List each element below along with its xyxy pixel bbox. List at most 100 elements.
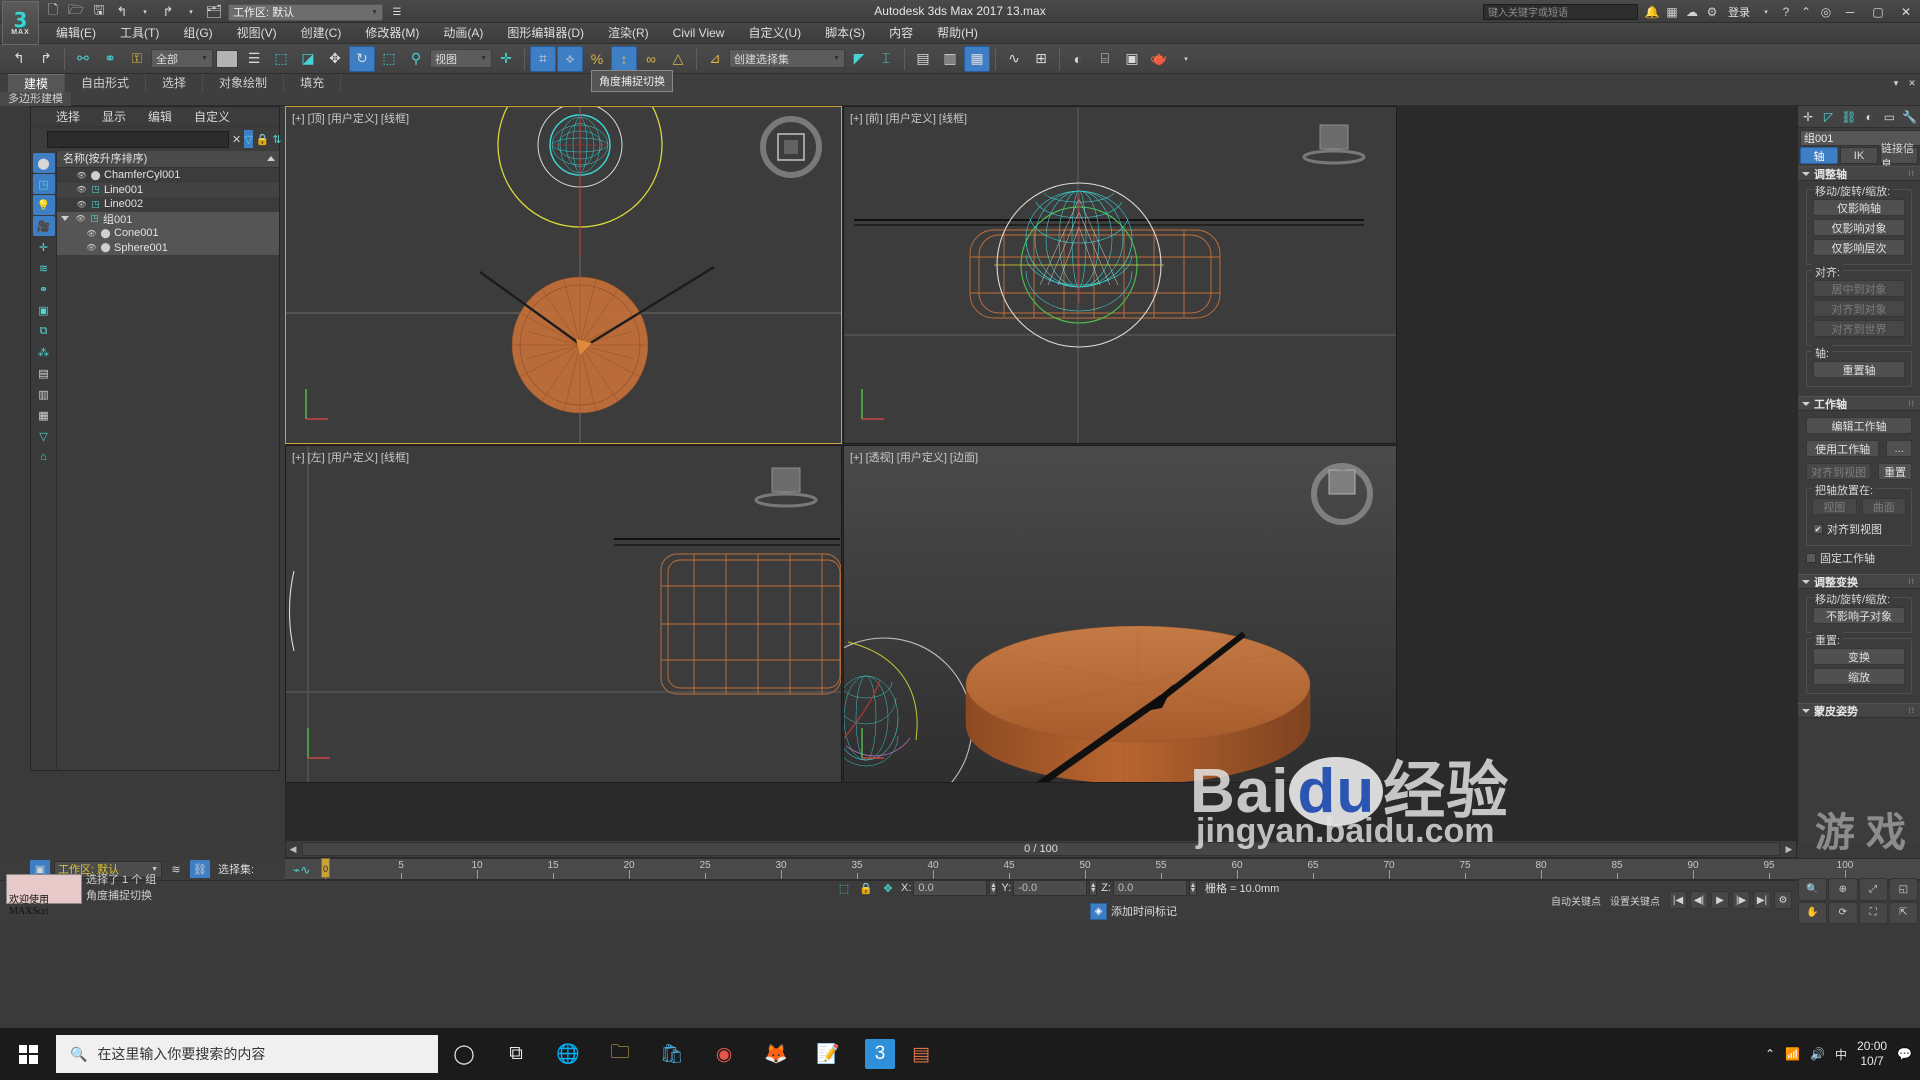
store-icon[interactable]: 🛍 bbox=[646, 1028, 698, 1080]
go-to-end-icon[interactable]: ▶| bbox=[1753, 891, 1771, 909]
visibility-eye-icon[interactable]: 👁 bbox=[86, 228, 97, 239]
align-to-world-button[interactable]: 对齐到世界 bbox=[1813, 320, 1905, 337]
menu-rendering[interactable]: 渲染(R) bbox=[596, 23, 661, 44]
filter-lights-icon[interactable]: 💡 bbox=[32, 195, 55, 215]
viewport-top[interactable]: [+] [顶] [用户定义] [线框] bbox=[285, 106, 842, 444]
angle-snap-toggle-icon[interactable]: ⟡ bbox=[557, 45, 583, 72]
align-to-object-button[interactable]: 对齐到对象 bbox=[1813, 300, 1905, 317]
menu-modifiers[interactable]: 修改器(M) bbox=[353, 23, 431, 44]
align-to-view-button[interactable]: 对齐到视图 bbox=[1806, 463, 1872, 480]
align-objects-icon[interactable]: ⌶ bbox=[873, 46, 899, 72]
help-icon[interactable]: ? bbox=[1776, 2, 1796, 22]
signin-button[interactable]: 登录 bbox=[1722, 4, 1756, 20]
select-object-icon[interactable] bbox=[214, 46, 240, 72]
maximize-button[interactable]: ▢ bbox=[1864, 0, 1892, 23]
rollout-header-working-pivot[interactable]: 工作轴 ⁞⁞ bbox=[1798, 396, 1920, 411]
workspace-selector[interactable]: 工作区: 默认 ▼ bbox=[228, 3, 383, 21]
coord-y-spinner[interactable]: ▲ ▼ bbox=[1089, 880, 1098, 896]
menu-edit[interactable]: 编辑(E) bbox=[44, 23, 108, 44]
working-pivot-options-button[interactable]: ... bbox=[1886, 440, 1912, 457]
filter-space-warps-icon[interactable]: ≋ bbox=[33, 258, 55, 278]
menu-scripting[interactable]: 脚本(S) bbox=[813, 23, 877, 44]
time-configuration-icon[interactable]: ⚙ bbox=[1774, 891, 1792, 909]
scene-explorer-menu-0[interactable]: 选择 bbox=[45, 107, 91, 127]
select-link-icon[interactable]: ⚯ bbox=[70, 46, 96, 72]
filter-extra-icon[interactable]: ⌂ bbox=[33, 447, 55, 467]
circle-help-icon[interactable]: ◎ bbox=[1816, 2, 1836, 22]
app-logo-button[interactable]: 3 MAX bbox=[2, 1, 39, 45]
cloud-icon[interactable]: ☁ bbox=[1682, 2, 1702, 22]
minimize-button[interactable]: ─ bbox=[1836, 0, 1864, 23]
viewport-front-label[interactable]: [+] [前] [用户定义] [线框] bbox=[850, 110, 967, 126]
selection-lock-icon[interactable]: 🔒 bbox=[857, 879, 875, 897]
create-tab-icon[interactable]: ✛ bbox=[1799, 108, 1817, 126]
material-editor-icon[interactable]: ◐ bbox=[1065, 46, 1091, 72]
viewport-left-label[interactable]: [+] [左] [用户定义] [线框] bbox=[292, 449, 409, 465]
tray-expand-icon[interactable]: ⌃ bbox=[1765, 1047, 1775, 1061]
rectangular-select-region-icon[interactable]: ⬚ bbox=[268, 46, 294, 72]
reference-coordinate-combo[interactable]: 视图 ▼ bbox=[430, 49, 492, 68]
hierarchy-mode-tab-1[interactable]: IK bbox=[1840, 147, 1878, 164]
menu-content[interactable]: 内容 bbox=[877, 23, 925, 44]
unlink-selection-icon[interactable]: ⚭ bbox=[97, 46, 123, 72]
place-pivot-view-button[interactable]: 视图 bbox=[1812, 498, 1857, 515]
menu-group[interactable]: 组(G) bbox=[171, 23, 224, 44]
menu-help[interactable]: 帮助(H) bbox=[925, 23, 990, 44]
fixed-working-pivot-row[interactable]: 固定工作轴 bbox=[1806, 550, 1912, 566]
visibility-eye-icon[interactable]: 👁 bbox=[76, 184, 87, 195]
rollout-header-skin-pose[interactable]: 蒙皮姿势 ⁞⁞ bbox=[1798, 703, 1920, 718]
action-center-icon[interactable]: 💬 bbox=[1897, 1047, 1912, 1061]
filter-xrefs-icon[interactable]: ⧉ bbox=[33, 321, 55, 341]
add-time-tag-icon[interactable]: ◈ bbox=[1090, 902, 1107, 920]
mirror-icon[interactable]: △ bbox=[665, 46, 691, 72]
file-explorer-icon[interactable]: 🗀 bbox=[594, 1028, 646, 1080]
help-search-input[interactable]: 键入关键字或短语 bbox=[1483, 3, 1638, 20]
notification-icon[interactable]: 🔔 bbox=[1642, 2, 1662, 22]
absolute-relative-mode-icon[interactable]: ✥ bbox=[879, 879, 897, 897]
visibility-eye-icon[interactable]: 👁 bbox=[75, 213, 86, 224]
input-method-icon[interactable]: 中 bbox=[1835, 1046, 1847, 1063]
coord-z-spinner[interactable]: ▲ ▼ bbox=[1188, 880, 1197, 896]
add-time-tag-row[interactable]: ◈ 添加时间标记 bbox=[1090, 902, 1177, 920]
volume-icon[interactable]: 🔊 bbox=[1810, 1047, 1825, 1061]
visibility-eye-icon[interactable]: 👁 bbox=[86, 242, 97, 253]
ribbon-pin-icon[interactable]: ▾ bbox=[1888, 75, 1904, 91]
network-icon[interactable]: 📶 bbox=[1785, 1047, 1800, 1061]
place-pivot-surface-button[interactable]: 曲面 bbox=[1861, 498, 1906, 515]
list-item[interactable]: 👁 ◳ 组001 bbox=[57, 211, 279, 226]
coord-x-spinner[interactable]: ▲ ▼ bbox=[989, 880, 998, 896]
previous-frame-icon[interactable]: ◀| bbox=[1690, 891, 1708, 909]
dont-affect-children-button[interactable]: 不影响子对象 bbox=[1813, 607, 1905, 624]
list-item[interactable]: 👁 ⬤ Cone001 bbox=[57, 226, 279, 241]
rendered-frame-window-icon[interactable]: ▣ bbox=[1119, 46, 1145, 72]
zoom-all-icon[interactable]: ⊕ bbox=[1828, 878, 1858, 901]
percent-snap-icon[interactable]: % bbox=[584, 46, 610, 72]
edit-named-selection-icon[interactable]: ∞ bbox=[638, 46, 664, 72]
menu-views[interactable]: 视图(V) bbox=[225, 23, 289, 44]
menu-civil-view[interactable]: Civil View bbox=[661, 23, 737, 44]
schematic-view-icon[interactable]: ⊞ bbox=[1028, 46, 1054, 72]
bind-space-warp-icon[interactable]: ⚿ bbox=[124, 46, 150, 72]
menu-tools[interactable]: 工具(T) bbox=[108, 23, 171, 44]
viewport-top-label[interactable]: [+] [顶] [用户定义] [线框] bbox=[292, 110, 409, 126]
select-and-move-icon[interactable]: ✥ bbox=[322, 46, 348, 72]
set-key-button[interactable]: 设置关键点 bbox=[1610, 893, 1660, 908]
align-to-view-checkbox-row[interactable]: ✔ 对齐到视图 bbox=[1813, 521, 1905, 537]
mirror-objects-icon[interactable]: ◤ bbox=[846, 46, 872, 72]
filter-helpers-icon[interactable]: ✛ bbox=[33, 237, 55, 257]
cortana-icon[interactable]: ◯ bbox=[438, 1028, 490, 1080]
window-crossing-icon[interactable]: ◪ bbox=[295, 46, 321, 72]
filter-more-icon[interactable]: ▽ bbox=[33, 426, 55, 446]
reset-pivot-button[interactable]: 重置轴 bbox=[1813, 361, 1905, 378]
align-to-view-checkbox[interactable]: ✔ bbox=[1813, 524, 1823, 534]
ribbon-tab-0[interactable]: 建模 bbox=[8, 74, 66, 92]
utilities-tab-icon[interactable]: 🔧 bbox=[1901, 108, 1919, 126]
menu-graph-editors[interactable]: 图形编辑器(D) bbox=[495, 23, 596, 44]
edge-icon[interactable]: 🌐 bbox=[542, 1028, 594, 1080]
reset-working-pivot-button[interactable]: 重置 bbox=[1878, 463, 1912, 480]
select-and-rotate-icon[interactable]: ↻ bbox=[349, 45, 375, 72]
signin-chevron-icon[interactable]: ▾ bbox=[1756, 2, 1776, 22]
taskbar-clock[interactable]: 20:00 10/7 bbox=[1857, 1039, 1887, 1069]
clear-search-icon[interactable]: ✕ bbox=[232, 130, 241, 148]
selection-lock-region-icon[interactable]: ⬚ bbox=[835, 879, 853, 897]
